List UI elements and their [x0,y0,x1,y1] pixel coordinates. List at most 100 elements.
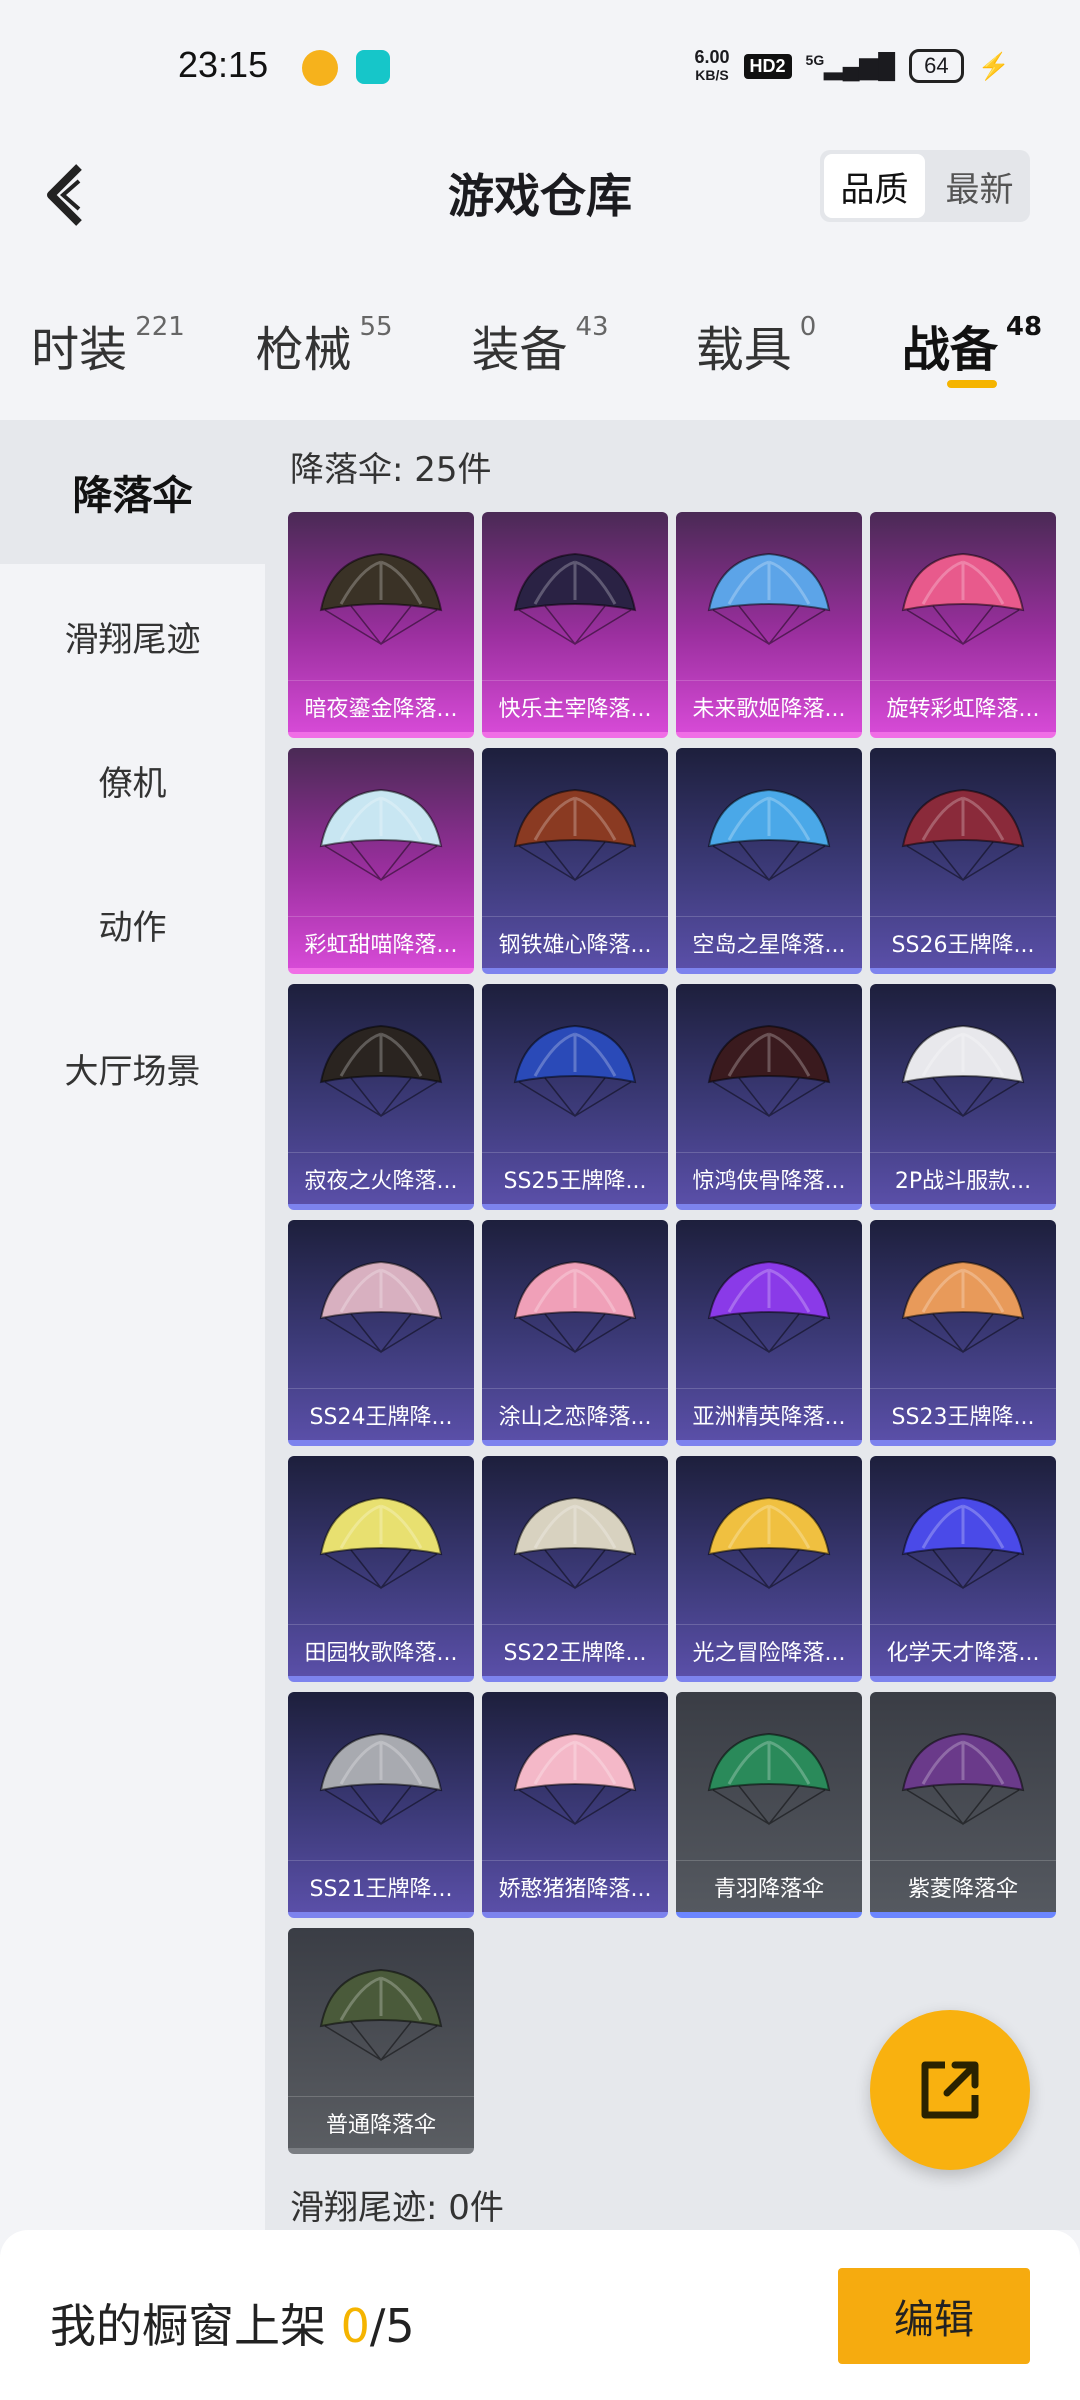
edit-button[interactable]: 编辑 [838,2268,1030,2364]
sidebar-item-glide-trail[interactable]: 滑翔尾迹 [0,564,265,708]
parachute-icon [901,788,1025,882]
sidebar-item-parachute[interactable]: 降落伞 [0,420,265,564]
parachute-icon [513,1496,637,1590]
parachute-icon [901,1496,1025,1590]
parachute-card[interactable]: 青羽降落伞 [676,1692,862,1918]
parachute-name: 旋转彩虹降落... [870,680,1056,732]
sort-newest-button[interactable]: 最新 [929,150,1030,222]
parachute-name: 2P战斗服款... [870,1152,1056,1204]
section-title-parachute: 降落伞: 25件 [290,450,492,490]
parachute-card[interactable]: 紫菱降落伞 [870,1692,1056,1918]
tab-equipment[interactable]: 装备 43 [432,280,648,420]
sidebar: 降落伞 滑翔尾迹 僚机 动作 大厅场景 [0,420,265,2230]
parachute-card[interactable]: SS24王牌降... [288,1220,474,1446]
parachute-card[interactable]: 娇憨猪猪降落... [482,1692,668,1918]
parachute-card[interactable]: 普通降落伞 [288,1928,474,2154]
parachute-card[interactable]: 快乐主宰降落... [482,512,668,738]
parachute-name: 化学天才降落... [870,1624,1056,1676]
tab-fashion[interactable]: 时装 221 [0,280,216,420]
parachute-icon [513,1260,637,1354]
sort-quality-button[interactable]: 品质 [824,154,925,218]
parachute-card[interactable]: SS25王牌降... [482,984,668,1210]
parachute-name: SS23王牌降... [870,1388,1056,1440]
item-panel: 降落伞: 25件 暗夜鎏金降落... 快乐主宰降落... 未来歌姬降落... 旋转彩虹… [265,420,1080,2230]
parachute-name: SS21王牌降... [288,1860,474,1912]
parachute-card[interactable]: 旋转彩虹降落... [870,512,1056,738]
status-time: 23:15 [178,44,269,85]
charging-icon: ⚡ [977,50,1010,81]
parachute-icon [319,788,443,882]
parachute-card[interactable]: SS23王牌降... [870,1220,1056,1446]
parachute-icon [513,552,637,646]
parachute-name: 亚洲精英降落... [676,1388,862,1440]
parachute-card[interactable]: 未来歌姬降落... [676,512,862,738]
parachute-icon [513,1732,637,1826]
parachute-icon [707,1496,831,1590]
parachute-icon [707,552,831,646]
parachute-card[interactable]: 惊鸿侠骨降落... [676,984,862,1210]
parachute-icon [901,1260,1025,1354]
parachute-card[interactable]: 化学天才降落... [870,1456,1056,1682]
category-tabs: 时装 221 枪械 55 装备 43 载具 0 战备 48 [0,280,1080,420]
signal-icon: 5G▂▄▆█ [805,51,896,80]
app-notification-icon [302,50,338,86]
parachute-card[interactable]: 涂山之恋降落... [482,1220,668,1446]
battery-icon: 64 [909,49,964,83]
parachute-name: SS22王牌降... [482,1624,668,1676]
parachute-icon [319,1260,443,1354]
status-bar: 23:15 6.00 KB/S HD2 5G▂▄▆█ 64 ⚡ [0,0,1080,140]
parachute-name: 寂夜之火降落... [288,1152,474,1204]
showcase-status: 我的橱窗上架 0/5 [50,2299,415,2353]
parachute-name: 娇憨猪猪降落... [482,1860,668,1912]
parachute-card[interactable]: 亚洲精英降落... [676,1220,862,1446]
parachute-card[interactable]: 寂夜之火降落... [288,984,474,1210]
parachute-icon [707,788,831,882]
parachute-icon [319,1732,443,1826]
showcase-bar: 我的橱窗上架 0/5 编辑 [0,2230,1080,2400]
parachute-icon [901,1732,1025,1826]
parachute-card[interactable]: 彩虹甜喵降落... [288,748,474,974]
parachute-name: SS24王牌降... [288,1388,474,1440]
parachute-icon [319,1024,443,1118]
parachute-name: 暗夜鎏金降落... [288,680,474,732]
parachute-name: 快乐主宰降落... [482,680,668,732]
sidebar-item-lobby-scene[interactable]: 大厅场景 [0,996,265,1140]
parachute-icon [513,788,637,882]
share-icon [921,2061,979,2119]
parachute-name: 普通降落伞 [288,2096,474,2148]
parachute-icon [901,1024,1025,1118]
parachute-card[interactable]: 空岛之星降落... [676,748,862,974]
sidebar-item-wingman[interactable]: 僚机 [0,708,265,852]
tab-vehicles[interactable]: 载具 0 [648,280,864,420]
parachute-card[interactable]: 光之冒险降落... [676,1456,862,1682]
parachute-card[interactable]: 田园牧歌降落... [288,1456,474,1682]
home-app-icon [356,50,390,84]
parachute-card[interactable]: 2P战斗服款... [870,984,1056,1210]
item-grid: 暗夜鎏金降落... 快乐主宰降落... 未来歌姬降落... 旋转彩虹降落... 彩虹甜喵… [288,512,1068,2154]
parachute-name: 青羽降落伞 [676,1860,862,1912]
parachute-name: 光之冒险降落... [676,1624,862,1676]
parachute-name: 未来歌姬降落... [676,680,862,732]
parachute-card[interactable]: SS26王牌降... [870,748,1056,974]
parachute-icon [319,1968,443,2062]
sidebar-item-emote[interactable]: 动作 [0,852,265,996]
parachute-icon [513,1024,637,1118]
parachute-name: SS25王牌降... [482,1152,668,1204]
parachute-icon [707,1732,831,1826]
parachute-name: 钢铁雄心降落... [482,916,668,968]
tab-weapons[interactable]: 枪械 55 [216,280,432,420]
parachute-name: 田园牧歌降落... [288,1624,474,1676]
parachute-name: 涂山之恋降落... [482,1388,668,1440]
share-button[interactable] [870,2010,1030,2170]
parachute-card[interactable]: SS21王牌降... [288,1692,474,1918]
parachute-icon [707,1260,831,1354]
parachute-icon [901,552,1025,646]
parachute-card[interactable]: 暗夜鎏金降落... [288,512,474,738]
parachute-card[interactable]: SS22王牌降... [482,1456,668,1682]
section-title-glide-trail: 滑翔尾迹: 0件 [290,2188,504,2228]
parachute-card[interactable]: 钢铁雄心降落... [482,748,668,974]
sort-toggle: 品质 最新 [820,150,1030,222]
parachute-icon [319,1496,443,1590]
tab-combat-gear[interactable]: 战备 48 [864,280,1080,420]
hd-badge: HD2 [743,53,792,79]
